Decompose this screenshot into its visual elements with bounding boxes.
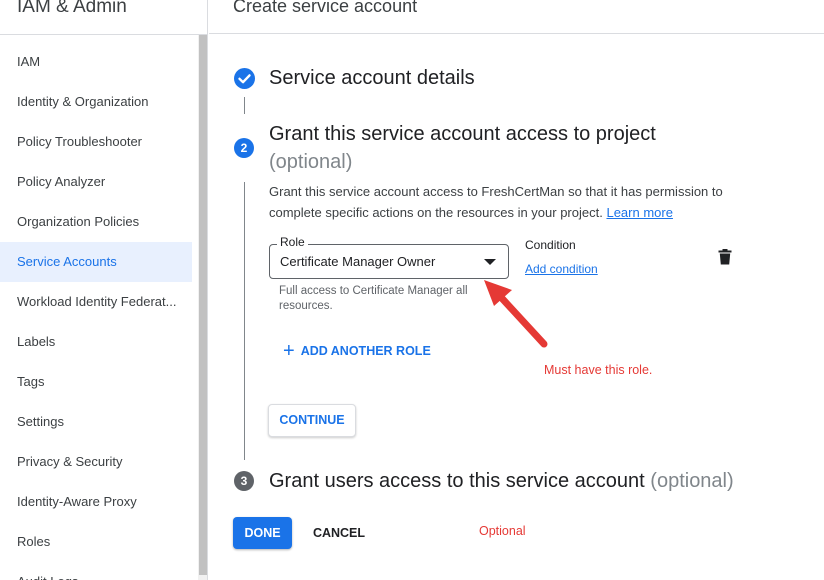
delete-icon[interactable]	[718, 249, 732, 265]
step3-optional-label: (optional)	[650, 470, 734, 492]
step2-number-badge: 2	[234, 138, 254, 158]
role-select[interactable]: Certificate Manager Owner	[269, 244, 509, 279]
role-help-text: Full access to Certificate Manager all r…	[279, 285, 468, 312]
annotation-optional: Optional	[479, 524, 526, 538]
add-condition-link[interactable]: Add condition	[525, 262, 598, 276]
step2-optional-label: (optional)	[269, 151, 353, 173]
sidebar-item-tags[interactable]: Tags	[0, 362, 192, 402]
sidebar-item-policy-analyzer[interactable]: Policy Analyzer	[0, 162, 192, 202]
step3-number-badge: 3	[234, 471, 254, 491]
sidebar-item-privacy-security[interactable]: Privacy & Security	[0, 442, 192, 482]
sidebar-nav: IAM Identity & Organization Policy Troub…	[0, 42, 192, 580]
role-select-value: Certificate Manager Owner	[280, 254, 436, 269]
step3-title-row[interactable]: Grant users access to this service accou…	[269, 470, 734, 493]
sidebar-item-iam[interactable]: IAM	[0, 42, 192, 82]
add-another-role-label: ADD ANOTHER ROLE	[300, 344, 431, 358]
step3-title: Grant users access to this service accou…	[269, 470, 645, 492]
sidebar-item-identity-organization[interactable]: Identity & Organization	[0, 82, 192, 122]
cancel-button[interactable]: CANCEL	[303, 517, 375, 549]
sidebar-scrollbar[interactable]	[198, 35, 207, 580]
check-circle-icon	[234, 68, 255, 89]
sidebar-item-policy-troubleshooter[interactable]: Policy Troubleshooter	[0, 122, 192, 162]
sidebar-divider	[0, 34, 207, 35]
sidebar: IAM & Admin IAM Identity & Organization …	[0, 0, 208, 580]
role-field-label: Role	[277, 235, 308, 249]
step2-description: Grant this service account access to Fre…	[269, 181, 739, 223]
step1-connector	[244, 97, 245, 114]
step2-title: Grant this service account access to pro…	[269, 123, 656, 145]
step2-connector	[244, 182, 245, 460]
sidebar-item-audit-logs[interactable]: Audit Logs	[0, 562, 192, 580]
sidebar-item-settings[interactable]: Settings	[0, 402, 192, 442]
plus-icon: +	[283, 340, 295, 362]
page-header: Create service account	[209, 0, 824, 34]
sidebar-title: IAM & Admin	[17, 0, 127, 17]
sidebar-item-identity-aware-proxy[interactable]: Identity-Aware Proxy	[0, 482, 192, 522]
page-title: Create service account	[233, 0, 418, 16]
annotation-arrow-icon	[484, 280, 548, 348]
step1-title[interactable]: Service account details	[269, 67, 475, 90]
learn-more-link[interactable]: Learn more	[606, 205, 672, 220]
add-another-role-button[interactable]: + ADD ANOTHER ROLE	[283, 340, 431, 362]
sidebar-item-service-accounts[interactable]: Service Accounts	[0, 242, 192, 282]
continue-button[interactable]: CONTINUE	[268, 404, 356, 437]
sidebar-item-organization-policies[interactable]: Organization Policies	[0, 202, 192, 242]
sidebar-scrollbar-thumb[interactable]	[199, 35, 207, 575]
sidebar-item-workload-identity-federation[interactable]: Workload Identity Federat...	[0, 282, 192, 322]
done-button[interactable]: DONE	[233, 517, 292, 549]
sidebar-item-labels[interactable]: Labels	[0, 322, 192, 362]
dropdown-arrow-icon	[484, 259, 496, 265]
sidebar-item-roles[interactable]: Roles	[0, 522, 192, 562]
condition-label: Condition	[525, 238, 576, 252]
annotation-must-have-role: Must have this role.	[544, 363, 653, 377]
